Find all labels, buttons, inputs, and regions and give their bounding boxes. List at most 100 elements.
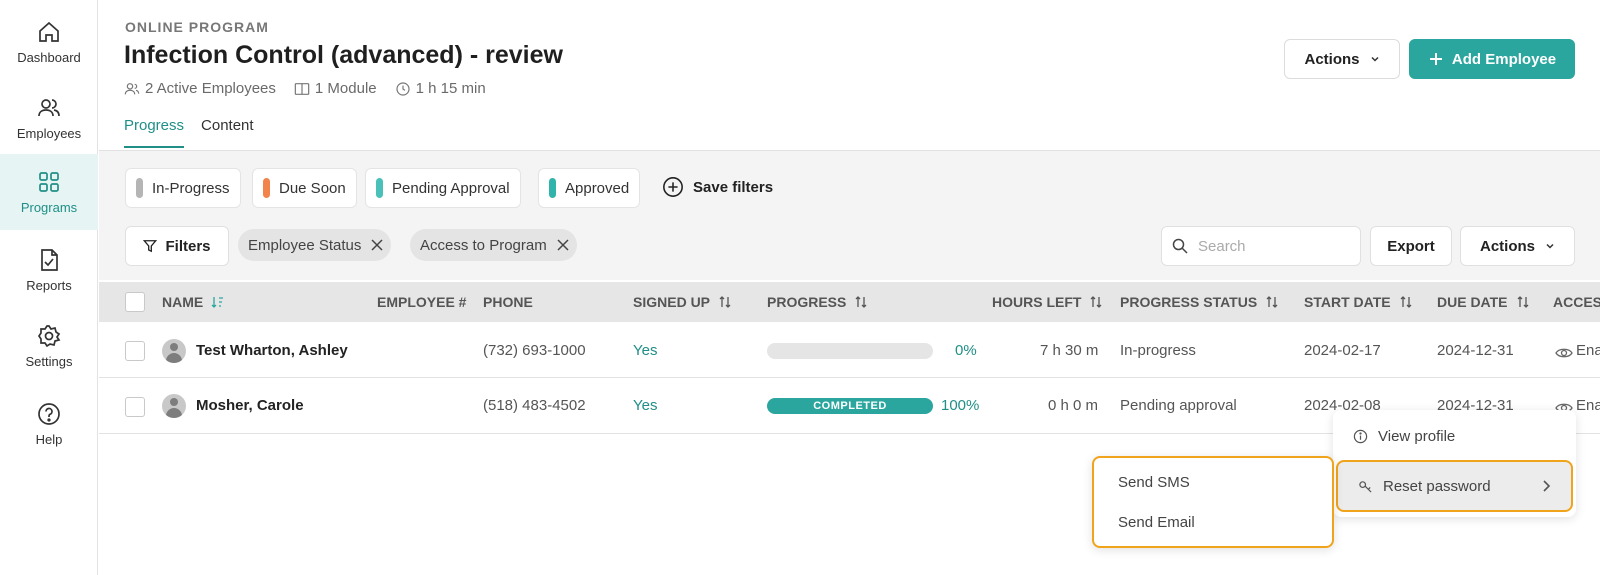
column-header-label: PROGRESS STATUS xyxy=(1120,294,1258,310)
menu-item-label: View profile xyxy=(1378,427,1456,445)
menu-item-view-profile[interactable]: View profile xyxy=(1333,412,1576,460)
sidebar-item-label: Employees xyxy=(16,125,82,141)
table-actions-button[interactable]: Actions xyxy=(1460,226,1575,266)
tab-content[interactable]: Content xyxy=(201,117,254,148)
chevron-down-icon xyxy=(1370,56,1379,62)
sidebar-item-employees[interactable]: Employees xyxy=(0,80,98,156)
sort-icon xyxy=(1400,296,1412,308)
filters-button[interactable]: Filters xyxy=(125,226,229,266)
column-header-start-date[interactable]: START DATE xyxy=(1304,282,1413,322)
add-employee-button[interactable]: Add Employee xyxy=(1409,39,1575,79)
column-header-label: NAME xyxy=(162,294,204,310)
grid-icon xyxy=(39,171,59,192)
tabs: Progress Content xyxy=(124,117,254,148)
avatar xyxy=(162,394,186,418)
column-header-phone: PHONE xyxy=(483,282,533,322)
employee-name[interactable]: Test Wharton, Ashley xyxy=(196,342,348,359)
start-date-value: 2024-02-17 xyxy=(1304,342,1381,359)
menu-item-label: Reset password xyxy=(1383,477,1491,495)
column-header-progress[interactable]: PROGRESS xyxy=(767,282,868,322)
key-icon xyxy=(1359,480,1372,493)
filter-tag-access-to-program: Access to Program xyxy=(410,229,577,261)
sidebar-item-label: Settings xyxy=(25,353,73,369)
employee-name[interactable]: Mosher, Carole xyxy=(196,397,304,414)
status-color-bar xyxy=(549,178,556,198)
sort-icon xyxy=(1517,296,1528,308)
close-icon[interactable] xyxy=(371,239,383,251)
status-chip-approved[interactable]: Approved xyxy=(538,168,641,208)
row-checkbox[interactable] xyxy=(125,341,145,361)
sidebar-item-settings[interactable]: Settings xyxy=(0,308,98,384)
column-header-signed-up[interactable]: SIGNED UP xyxy=(633,282,732,322)
save-filters-button[interactable]: Save filters xyxy=(662,176,773,198)
menu-item-reset-password[interactable]: Reset password xyxy=(1336,460,1573,512)
actions-label: Actions xyxy=(1479,237,1535,255)
chevron-down-icon xyxy=(1546,243,1554,249)
column-header-label: ACCES xyxy=(1553,294,1600,310)
program-type-label: ONLINE PROGRAM xyxy=(125,19,269,35)
column-header-employee-number: EMPLOYEE # xyxy=(377,282,466,322)
column-header-hours-left[interactable]: HOURS LEFT xyxy=(992,282,1103,322)
home-icon xyxy=(39,21,59,42)
close-icon[interactable] xyxy=(557,239,569,251)
chevron-right-icon xyxy=(1543,480,1551,492)
filters-label: Filters xyxy=(165,237,211,255)
add-employee-label: Add Employee xyxy=(1451,50,1557,68)
submenu-send-email[interactable]: Send Email xyxy=(1118,514,1195,531)
reset-password-submenu: Send SMS Send Email xyxy=(1092,456,1334,548)
report-icon xyxy=(41,248,58,271)
column-header-due-date[interactable]: DUE DATE xyxy=(1437,282,1530,322)
sort-icon xyxy=(1266,296,1278,308)
status-chip-label: In-Progress xyxy=(152,179,230,197)
program-meta: 2 Active Employees 1 Module 1 h 15 min xyxy=(124,80,486,97)
column-header-label: SIGNED UP xyxy=(633,294,711,310)
sidebar-item-help[interactable]: Help xyxy=(0,386,98,462)
tab-progress[interactable]: Progress xyxy=(124,117,185,148)
sidebar-item-reports[interactable]: Reports xyxy=(0,232,98,308)
sidebar-item-label: Reports xyxy=(26,277,72,293)
status-chip-pending-approval[interactable]: Pending Approval xyxy=(365,168,521,208)
row-checkbox[interactable] xyxy=(125,397,145,417)
sidebar-item-dashboard[interactable]: Dashboard xyxy=(0,4,98,80)
sidebar-item-label: Dashboard xyxy=(17,49,81,65)
status-chip-label: Due Soon xyxy=(279,179,346,197)
filter-icon xyxy=(143,240,158,253)
row-context-menu: View profile Reset password xyxy=(1333,410,1576,517)
export-button[interactable]: Export xyxy=(1370,226,1452,266)
hours-left-value: 0 h 0 m xyxy=(1048,397,1099,414)
status-color-bar xyxy=(263,178,270,198)
status-chip-label: Approved xyxy=(565,179,630,197)
column-header-name[interactable]: NAME xyxy=(162,282,225,322)
select-all-checkbox[interactable] xyxy=(125,292,145,312)
avatar xyxy=(162,339,186,363)
users-icon xyxy=(38,98,60,116)
status-chip-due-soon[interactable]: Due Soon xyxy=(252,168,357,208)
progress-percent: 100% xyxy=(941,397,980,414)
info-icon xyxy=(1353,429,1368,443)
actions-label: Actions xyxy=(1304,50,1360,68)
help-icon xyxy=(38,402,60,425)
meta-employees-text: 2 Active Employees xyxy=(145,80,276,97)
column-header-label: HOURS LEFT xyxy=(992,294,1082,310)
column-header-label: PROGRESS xyxy=(767,294,847,310)
status-chip-in-progress[interactable]: In-Progress xyxy=(125,168,241,208)
search-input[interactable] xyxy=(1198,237,1348,255)
sidebar-item-label: Help xyxy=(35,431,63,447)
employee-phone: (518) 483-4502 xyxy=(483,397,586,414)
filter-tag-employee-status: Employee Status xyxy=(238,229,392,261)
plus-circle-icon xyxy=(663,177,683,197)
column-header-progress-status[interactable]: PROGRESS STATUS xyxy=(1120,282,1279,322)
column-header-label: PHONE xyxy=(483,294,533,310)
filter-tag-label: Employee Status xyxy=(248,236,362,254)
meta-employees: 2 Active Employees xyxy=(124,80,276,97)
column-header-access: ACCES xyxy=(1553,282,1600,322)
search-icon xyxy=(1172,238,1188,254)
column-header-label: DUE DATE xyxy=(1437,294,1508,310)
progress-percent: 0% xyxy=(955,342,977,359)
sidebar-item-programs[interactable]: Programs xyxy=(0,154,98,230)
progress-status-value: Pending approval xyxy=(1120,397,1237,414)
submenu-send-sms[interactable]: Send SMS xyxy=(1118,474,1190,491)
actions-dropdown-button[interactable]: Actions xyxy=(1284,39,1400,79)
progress-bar-fill: COMPLETED xyxy=(767,398,933,414)
progress-status-value: In-progress xyxy=(1120,342,1196,359)
